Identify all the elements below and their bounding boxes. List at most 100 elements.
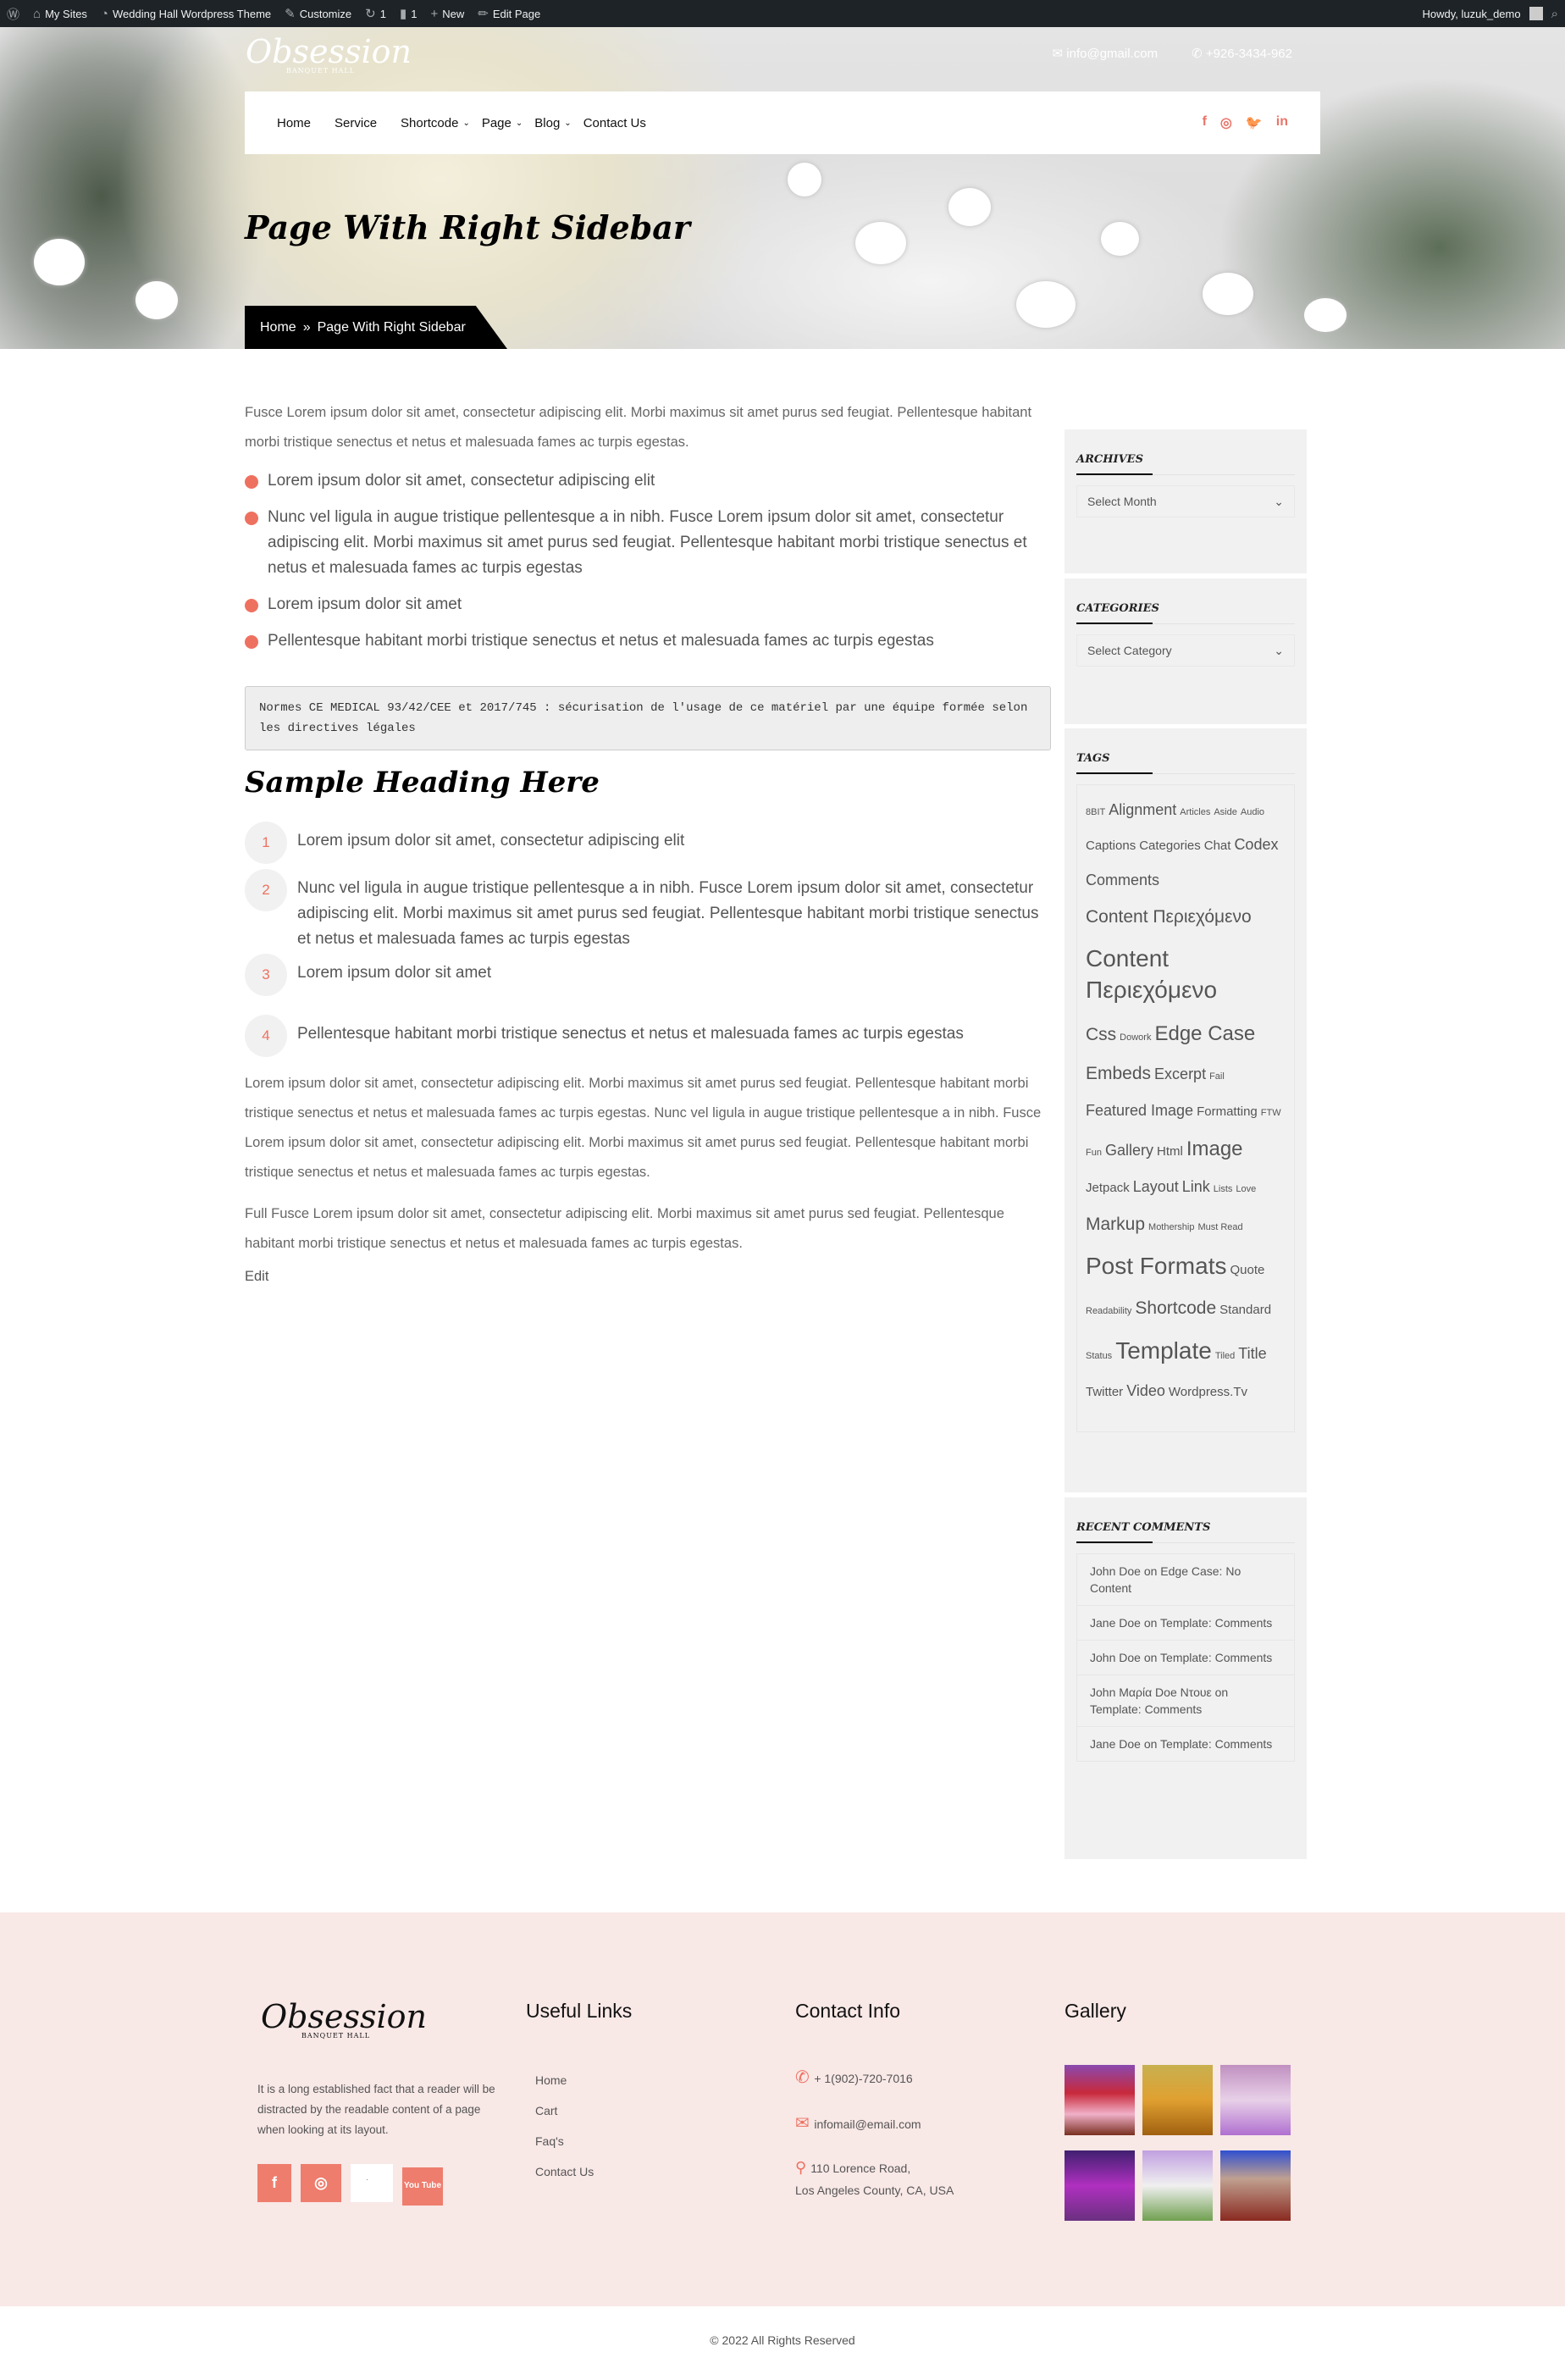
tag-link[interactable]: Template xyxy=(1115,1336,1212,1366)
tag-link[interactable]: Post Formats xyxy=(1086,1251,1226,1281)
tag-link[interactable]: 8BIT xyxy=(1086,806,1105,818)
twitter-icon[interactable]: 🐦 xyxy=(351,2164,393,2202)
footer-link-cart[interactable]: Cart xyxy=(535,2095,594,2126)
tag-link[interactable]: Featured Image xyxy=(1086,1101,1193,1121)
tag-link[interactable]: Standard xyxy=(1219,1302,1271,1319)
numbered-item: 2 Nunc vel ligula in augue tristique pell… xyxy=(245,869,1051,952)
admin-comments[interactable]: ▮ 1 xyxy=(400,6,418,21)
nav-service[interactable]: Service xyxy=(335,116,377,130)
nav-contact[interactable]: Contact Us xyxy=(583,116,646,130)
tag-link[interactable]: Fail xyxy=(1209,1071,1225,1082)
tag-link[interactable]: Lists xyxy=(1214,1183,1233,1195)
list-item: Lorem ipsum dolor sit amet xyxy=(245,592,1051,617)
tag-link[interactable]: Wordpress.Tv xyxy=(1169,1384,1247,1401)
tag-link[interactable]: Comments xyxy=(1086,871,1159,890)
tag-link[interactable]: Mothership xyxy=(1148,1221,1194,1233)
nav-blog[interactable]: Blog ⌄ xyxy=(534,116,571,130)
tag-link[interactable]: Aside xyxy=(1214,806,1237,818)
tag-link[interactable]: Chat xyxy=(1204,838,1231,855)
code-block: Normes CE MEDICAL 93/42/CEE et 2017/745 … xyxy=(245,686,1051,750)
tag-link[interactable]: FTW xyxy=(1261,1107,1281,1119)
twitter-icon[interactable]: 🐦 xyxy=(1246,114,1263,131)
recent-comment[interactable]: Jane Doe on Template: Comments xyxy=(1076,1727,1295,1762)
tag-link[interactable]: Gallery xyxy=(1105,1141,1153,1160)
gallery-image[interactable] xyxy=(1065,2065,1135,2135)
tag-link[interactable]: Image xyxy=(1186,1136,1243,1162)
gallery-image[interactable] xyxy=(1142,2150,1213,2221)
tag-link[interactable]: Captions xyxy=(1086,838,1136,855)
recent-comment[interactable]: John Doe on Edge Case: No Content xyxy=(1076,1554,1295,1606)
tag-link[interactable]: Alignment xyxy=(1109,800,1176,820)
tag-link[interactable]: Markup xyxy=(1086,1213,1145,1236)
nav-home[interactable]: Home xyxy=(277,116,311,130)
admin-edit-page[interactable]: ✏ Edit Page xyxy=(478,6,540,21)
tag-link[interactable]: Shortcode xyxy=(1135,1297,1216,1320)
admin-site-name[interactable]: ◔ Wedding Hall Wordpress Theme xyxy=(101,7,271,21)
widget-title: RECENT COMMENTS xyxy=(1076,1521,1295,1543)
tag-link[interactable]: Twitter xyxy=(1086,1384,1123,1401)
tag-link[interactable]: Audio xyxy=(1241,806,1264,818)
footer-link-contact[interactable]: Contact Us xyxy=(535,2156,594,2187)
tag-link[interactable]: Must Read xyxy=(1197,1221,1242,1233)
tag-link[interactable]: Quote xyxy=(1230,1262,1264,1279)
gallery-image[interactable] xyxy=(1220,2150,1291,2221)
recent-comment[interactable]: John Μαρία Doe Ντουε on Template: Commen… xyxy=(1076,1675,1295,1727)
chevron-down-icon: ⌄ xyxy=(564,118,572,128)
search-icon[interactable]: ⌕ xyxy=(1551,7,1558,21)
tag-link[interactable]: Status xyxy=(1086,1350,1112,1362)
tag-link[interactable]: Readability xyxy=(1086,1305,1131,1317)
tag-link[interactable]: Tiled xyxy=(1215,1350,1235,1362)
tag-link[interactable]: Video xyxy=(1126,1381,1165,1401)
tag-link[interactable]: Articles xyxy=(1180,806,1210,818)
archives-select[interactable]: Select Month ⌄ xyxy=(1076,485,1295,518)
tag-link[interactable]: Love xyxy=(1236,1183,1256,1195)
admin-updates[interactable]: ↻ 1 xyxy=(365,6,386,21)
tag-link[interactable]: Categories xyxy=(1139,838,1201,855)
admin-my-sites[interactable]: ⌂ My Sites xyxy=(33,7,87,21)
instagram-icon[interactable]: ◎ xyxy=(1220,114,1232,131)
tag-link[interactable]: Formatting xyxy=(1197,1104,1258,1121)
youtube-icon[interactable]: You Tube xyxy=(402,2167,443,2206)
tag-link[interactable]: Fun xyxy=(1086,1147,1102,1159)
admin-wordpress[interactable]: Ⓦ xyxy=(7,5,19,23)
linkedin-icon[interactable]: in xyxy=(1276,114,1288,131)
gallery-image[interactable] xyxy=(1142,2065,1213,2135)
contact-phone[interactable]: ✆ + 1(902)-720-7016 xyxy=(795,2067,913,2088)
tag-link[interactable]: Title xyxy=(1238,1344,1266,1364)
tag-link[interactable]: Dowork xyxy=(1120,1032,1151,1043)
tag-link[interactable]: Excerpt xyxy=(1154,1065,1206,1084)
phone-link[interactable]: ✆ +926-3434-962 xyxy=(1192,46,1292,61)
footer-logo[interactable]: Obsession BANQUET HALL xyxy=(261,2001,427,2040)
tag-link[interactable]: Layout xyxy=(1133,1177,1179,1197)
footer-link-home[interactable]: Home xyxy=(535,2065,594,2095)
tag-link[interactable]: Css xyxy=(1086,1023,1116,1046)
facebook-icon[interactable]: f xyxy=(1203,114,1207,131)
tag-link[interactable]: Edge Case xyxy=(1154,1021,1255,1047)
site-logo[interactable]: Obsession BANQUET HALL xyxy=(246,36,412,75)
gallery-image[interactable] xyxy=(1065,2150,1135,2221)
tag-link[interactable]: Codex xyxy=(1234,835,1278,855)
admin-customize[interactable]: ✎ Customize xyxy=(285,6,351,21)
breadcrumb-home[interactable]: Home xyxy=(260,320,296,335)
tag-link[interactable]: Content Περιεχόμενο xyxy=(1086,905,1252,928)
widget-tags: TAGS 8BIT Alignment Articles Aside Audio Capt… xyxy=(1065,728,1307,1492)
tag-link[interactable]: Content Περιεχόμενο xyxy=(1086,944,1282,1005)
footer-link-faqs[interactable]: Faq's xyxy=(535,2126,594,2156)
tag-link[interactable]: Jetpack xyxy=(1086,1180,1130,1197)
edit-link[interactable]: Edit xyxy=(245,1262,1051,1292)
contact-email[interactable]: ✉ infomail@email.com xyxy=(795,2112,921,2134)
gallery-image[interactable] xyxy=(1220,2065,1291,2135)
nav-page[interactable]: Page ⌄ xyxy=(482,116,523,130)
recent-comment[interactable]: Jane Doe on Template: Comments xyxy=(1076,1606,1295,1641)
recent-comment[interactable]: John Doe on Template: Comments xyxy=(1076,1641,1295,1675)
tag-link[interactable]: Link xyxy=(1182,1177,1210,1197)
instagram-icon[interactable]: ◎ xyxy=(301,2164,341,2202)
admin-new[interactable]: + New xyxy=(430,7,464,21)
tag-link[interactable]: Embeds xyxy=(1086,1062,1151,1085)
tag-link[interactable]: Html xyxy=(1157,1143,1183,1160)
nav-shortcode[interactable]: Shortcode ⌄ xyxy=(401,116,470,130)
categories-select[interactable]: Select Category ⌄ xyxy=(1076,634,1295,667)
facebook-icon[interactable]: f xyxy=(257,2164,291,2202)
email-link[interactable]: ✉ info@gmail.com xyxy=(1053,46,1159,61)
howdy-user[interactable]: Howdy, luzuk_demo xyxy=(1423,8,1521,20)
